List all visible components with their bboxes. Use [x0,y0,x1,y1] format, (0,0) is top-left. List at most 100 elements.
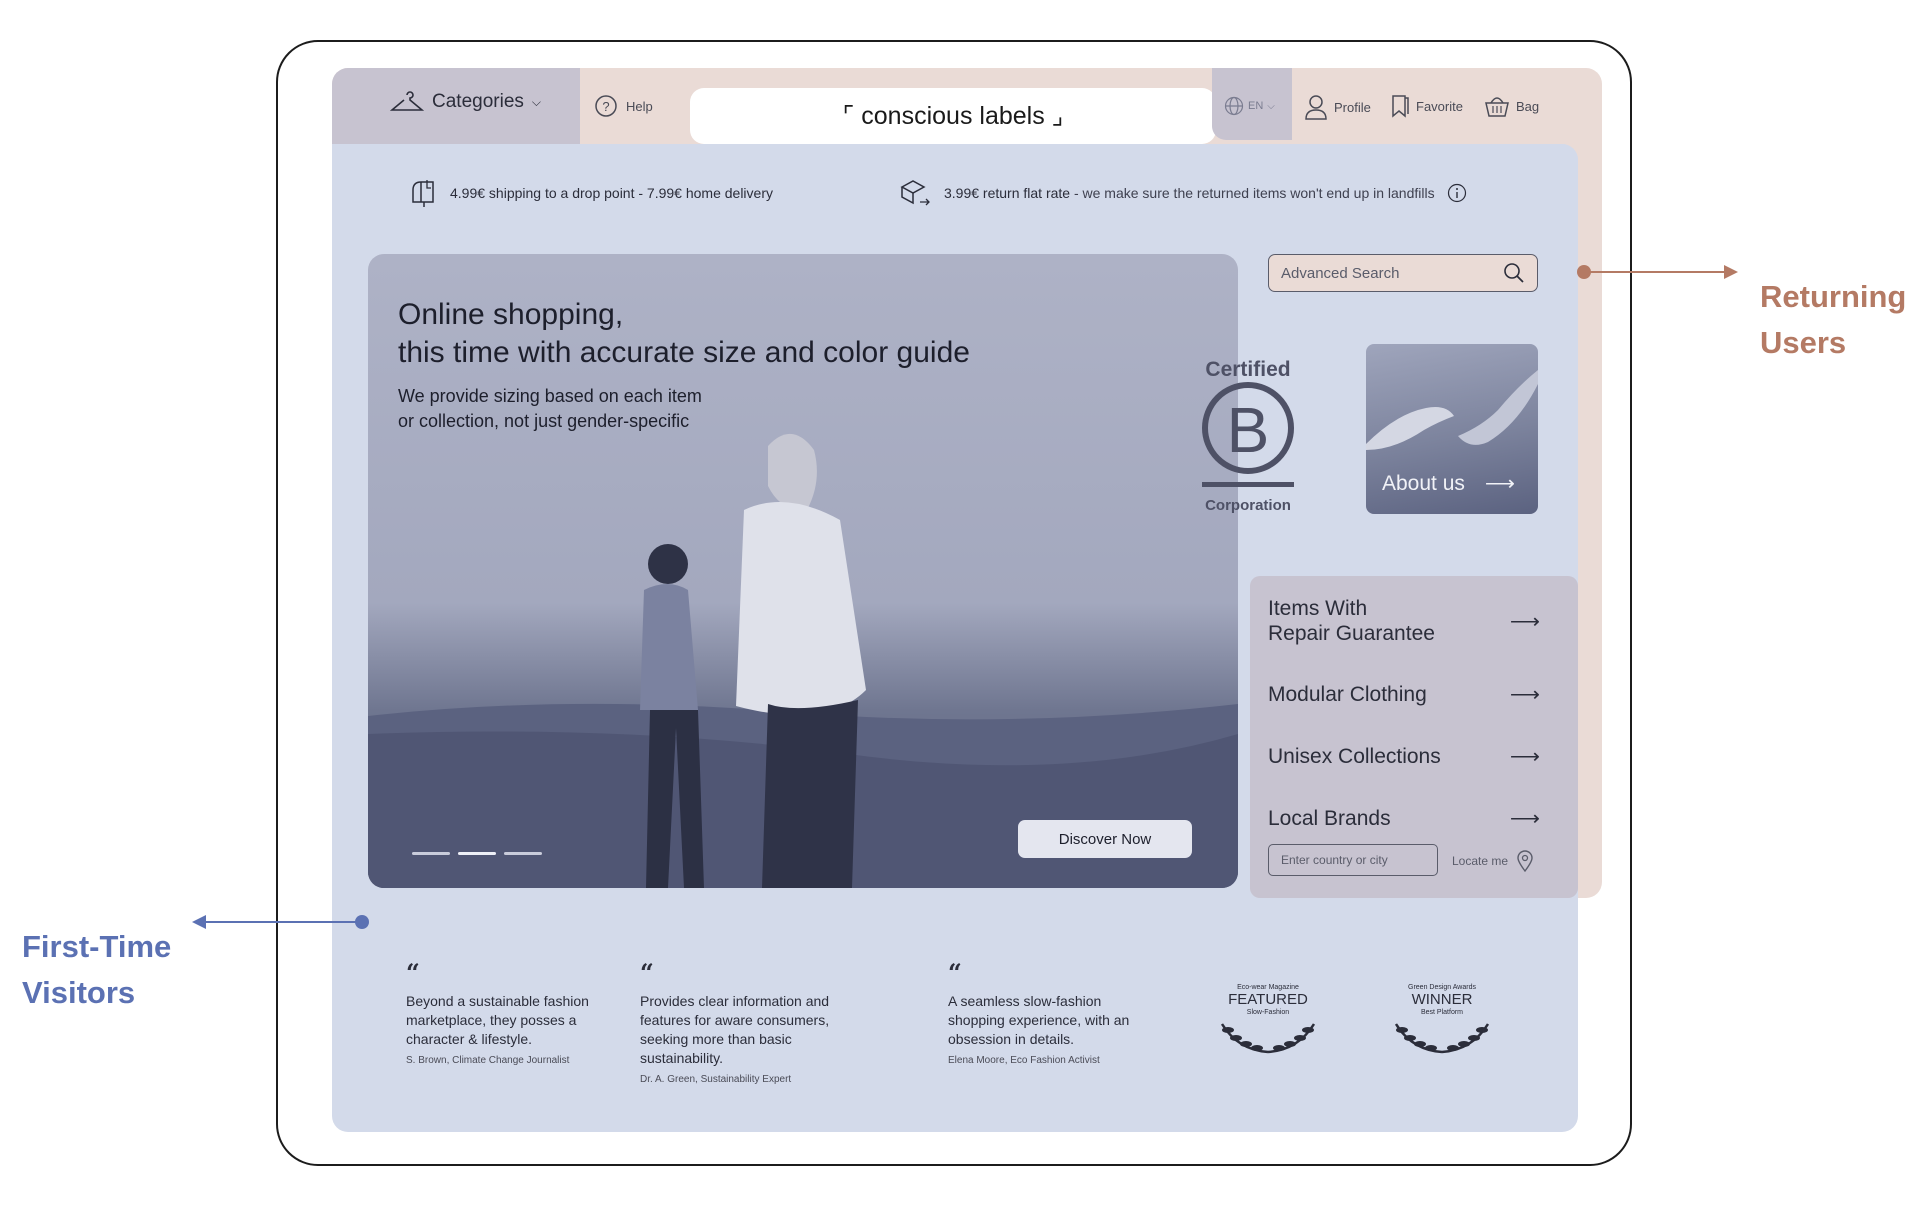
testimonial-author: Dr. A. Green, Sustainability Expert [640,1074,792,1085]
arrow-right-icon: ⟶ [1509,745,1540,768]
about-us-link: About us ⟶ [1382,471,1515,496]
svg-text:?: ? [602,99,609,114]
language-selector[interactable]: EN ⌵ [1224,96,1275,116]
location-pin-icon [1517,850,1533,872]
b-corp-bottom: Corporation [1205,497,1291,514]
category-label: Items With [1268,597,1368,620]
globe-icon [1224,96,1244,116]
bag-label: Bag [1516,98,1540,114]
hero-subtitle-line: or collection, not just gender-specific [398,411,690,431]
category-link-unisex-collections[interactable]: Unisex Collections ⟶ [1268,744,1540,769]
location-placeholder: Enter country or city [1281,853,1388,867]
hero-subtitle-line: We provide sizing based on each item [398,386,702,406]
category-label: Local Brands [1268,806,1391,830]
annotation-line: First-Time [22,929,172,964]
b-corp-logo: B [1202,382,1294,487]
award-subtitle: Best Platform [1420,1009,1463,1016]
search-icon[interactable] [1503,262,1525,284]
award-source: Green Design Awards [1408,984,1476,991]
categories-label: Categories [432,91,524,112]
info-icon[interactable] [1447,183,1467,203]
about-us-label: About us [1382,471,1465,495]
favorite-link[interactable]: Favorite [1390,94,1463,118]
locate-me-button[interactable]: Locate me [1452,850,1534,872]
hero-title-line: this time with accurate size and color g… [398,336,970,369]
award-badge: Green Design Awards WINNER Best Platform [1382,984,1502,1061]
returning-users-arrow [1577,265,1738,279]
award-title: FEATURED [1228,991,1308,1008]
testimonial: “ Provides clear information and feature… [640,958,860,1086]
returns-rate: 3.99€ return flat rate [944,185,1071,201]
about-us-card[interactable]: About us ⟶ [1366,344,1538,514]
hero-title: Online shopping, this time with accurate… [398,296,970,372]
category-link-repair-guarantee[interactable]: Items With Repair Guarantee ⟶ [1268,596,1540,646]
hanger-icon [390,91,424,111]
category-label: Modular Clothing [1268,682,1427,706]
hero-subtitle: We provide sizing based on each item or … [398,384,702,434]
carousel-indicator [412,852,542,855]
returns-detail: - we make sure the returned items won't … [1070,185,1435,201]
category-label: Repair Guarantee [1268,622,1435,645]
carousel-dot[interactable] [504,852,542,855]
shipping-text: 4.99€ shipping to a drop point - 7.99€ h… [450,185,773,201]
user-icon [1305,95,1327,120]
laurel-icon [1394,1023,1490,1054]
testimonial: “ Beyond a sustainable fashion marketpla… [406,958,626,1067]
help-label: Help [626,98,653,114]
basket-icon [1485,97,1509,117]
arrow-right-icon: ⟶ [1484,472,1516,495]
quote-icon: “ [948,958,962,987]
category-link-local-brands[interactable]: Local Brands ⟶ [1268,806,1540,831]
testimonial-text: Provides clear information and features … [640,993,830,1066]
chevron-down-icon: ⌵ [531,94,541,109]
language-label: EN [1248,100,1264,112]
favorite-label: Favorite [1416,98,1463,114]
returns-text: 3.99€ return flat rate - we make sure th… [944,185,1435,201]
award-subtitle: Slow-Fashion [1246,1009,1290,1016]
return-box-icon [900,180,930,206]
category-link-modular-clothing[interactable]: Modular Clothing ⟶ [1268,682,1540,707]
award-title: WINNER [1411,991,1473,1008]
categories-button[interactable]: Categories ⌵ [390,90,541,114]
annotation-line: Users [1760,325,1847,360]
bag-link[interactable]: Bag [1484,94,1539,118]
search-placeholder: Advanced Search [1281,264,1400,282]
mailbox-icon [412,180,434,207]
b-corp-top: Certified [1205,358,1291,381]
b-corp-badge: Certified B Corporation [1200,358,1296,514]
discover-now-label: Discover Now [1058,830,1152,848]
first-time-visitors-label: First-Time Visitors [22,924,171,1016]
carousel-dot[interactable] [412,852,450,855]
returns-info: 3.99€ return flat rate - we make sure th… [898,178,1467,208]
laurel-icon [1220,1023,1316,1054]
testimonial-text: A seamless slow-fashion shopping experie… [948,993,1130,1047]
shipping-info: 4.99€ shipping to a drop point - 7.99€ h… [410,178,773,208]
hero-banner: Online shopping, this time with accurate… [368,254,1238,888]
location-input[interactable]: Enter country or city [1268,844,1438,876]
profile-link[interactable]: Profile [1304,94,1371,120]
advanced-search-input[interactable]: Advanced Search [1268,254,1538,292]
svg-text:B: B [1227,394,1270,466]
returning-users-label: Returning Users [1760,274,1906,366]
first-time-visitors-arrow [192,915,369,929]
help-link[interactable]: ? Help [594,94,653,118]
quote-icon: “ [406,958,420,987]
annotation-line: Returning [1760,279,1907,314]
arrow-right-icon: ⟶ [1509,807,1540,830]
testimonial: “ A seamless slow-fashion shopping exper… [948,958,1148,1067]
annotation-line: Visitors [22,975,136,1010]
quote-icon: “ [640,958,654,987]
testimonial-author: S. Brown, Climate Change Journalist [406,1055,570,1066]
bookmark-icon [1392,95,1409,118]
chevron-down-icon: ⌵ [1267,100,1275,112]
brand-logo[interactable]: ⌜ conscious labels ⌟ [690,88,1216,144]
arrow-right-icon: ⟶ [1509,683,1540,706]
testimonial-author: Elena Moore, Eco Fashion Activist [948,1055,1100,1066]
award-source: Eco-wear Magazine [1237,984,1299,991]
award-badge: Eco-wear Magazine FEATURED Slow-Fashion [1208,984,1328,1061]
carousel-dot[interactable] [458,852,496,855]
hero-title-line: Online shopping, [398,298,624,331]
locate-me-label: Locate me [1452,854,1509,868]
help-icon: ? [595,95,617,117]
discover-now-button[interactable]: Discover Now [1018,820,1192,858]
